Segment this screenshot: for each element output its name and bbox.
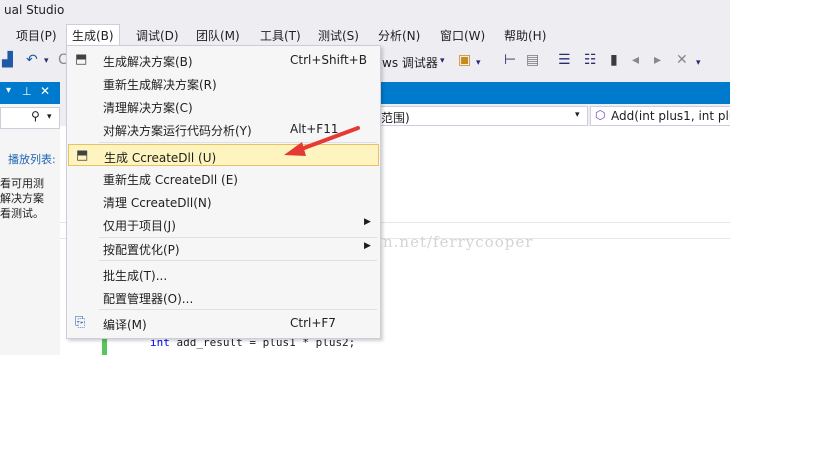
menu-item-label: 生成 CcreateDll (U) [104, 151, 217, 165]
submenu-arrow-icon: ▶ [364, 217, 371, 227]
annotation-arrow [284, 126, 360, 156]
undo-icon[interactable]: ↶ [26, 52, 38, 68]
uncomment-icon[interactable]: ☷ [584, 52, 597, 68]
menu-item-rebuild-solution[interactable]: 重新生成解决方案(R) [68, 72, 379, 94]
menu-test[interactable]: 测试(S) [318, 27, 359, 44]
menu-debug[interactable]: 调试(D) [136, 27, 179, 44]
menu-separator [99, 309, 377, 310]
menu-item-label: 重新生成解决方案(R) [103, 78, 217, 92]
build-menu-dropdown: ⬒ 生成解决方案(B) Ctrl+Shift+B 重新生成解决方案(R) 清理解… [66, 45, 381, 339]
playlist-link[interactable]: 播放列表: [8, 151, 56, 167]
bookmark-icon[interactable]: ▮ [610, 52, 618, 68]
test-search-input[interactable]: ⚲ ▾ [0, 107, 60, 129]
editor-tab-strip [378, 82, 730, 104]
debugger-target-label[interactable]: ws 调试器 [382, 54, 438, 71]
menu-item-label: 重新生成 CcreateDll (E) [103, 173, 238, 187]
build-solution-icon: ⬒ [75, 52, 88, 67]
menu-item-label: 配置管理器(O)... [103, 292, 194, 306]
menu-analyze[interactable]: 分析(N) [378, 27, 420, 44]
menu-build[interactable]: 生成(B) [66, 24, 120, 47]
menu-item-label: 清理解决方案(C) [103, 101, 193, 115]
menu-bar: 项目(P) 生成(B) 调试(D) 团队(M) 工具(T) 测试(S) 分析(N… [0, 22, 730, 47]
menu-item-shortcut: Ctrl+Shift+B [290, 53, 367, 67]
menu-item-label: 按配置优化(P) [103, 243, 180, 257]
submenu-arrow-icon: ▶ [364, 241, 371, 251]
menu-item-batch-build[interactable]: 批生成(T)... [68, 263, 379, 285]
menu-window[interactable]: 窗口(W) [440, 27, 485, 44]
debugger-dropdown-icon[interactable]: ▾ [440, 56, 445, 66]
menu-item-rebuild-project[interactable]: 重新生成 CcreateDll (E) [68, 167, 379, 189]
menu-tools[interactable]: 工具(T) [260, 27, 301, 44]
menu-item-compile[interactable]: ⎘ 编译(M) Ctrl+F7 [68, 312, 379, 334]
hint-line-3: 看测试。 [0, 207, 44, 220]
menu-item-configuration-manager[interactable]: 配置管理器(O)... [68, 286, 379, 308]
menu-item-clean-solution[interactable]: 清理解决方案(C) [68, 95, 379, 117]
menu-item-label: 对解决方案运行代码分析(Y) [103, 124, 252, 138]
method-icon: ⬡ [595, 108, 606, 122]
pane-dropdown-icon[interactable]: ▾ [6, 85, 11, 96]
menu-item-shortcut: Ctrl+F7 [290, 316, 336, 330]
hint-line-2: 解决方案 [0, 192, 44, 205]
menu-item-profile-guided-optimization[interactable]: 按配置优化(P) ▶ [68, 237, 379, 259]
panel-icon[interactable]: ▤ [526, 52, 539, 68]
menu-help[interactable]: 帮助(H) [504, 27, 546, 44]
test-explorer-header: ▾ ⊥ ✕ [0, 82, 60, 104]
close-icon[interactable]: ✕ [40, 84, 50, 98]
bookmark-prev-icon[interactable]: ◂ [632, 52, 639, 68]
menu-team[interactable]: 团队(M) [196, 27, 240, 44]
toolbar-overflow-icon[interactable]: ▾ [696, 58, 701, 68]
menu-item-clean-project[interactable]: 清理 CcreateDll(N) [68, 190, 379, 212]
bookmark-next-icon[interactable]: ▸ [654, 52, 661, 68]
scope-dropdown-arrow-icon[interactable]: ▾ [575, 110, 580, 120]
pin-icon[interactable]: ⊥ [22, 85, 32, 98]
menu-item-label: 清理 CcreateDll(N) [103, 196, 212, 210]
title-bar: ual Studio [0, 0, 730, 22]
scope-dropdown-value: 范围) [381, 111, 410, 125]
window-title: ual Studio [4, 3, 65, 17]
menu-item-label: 编译(M) [103, 318, 147, 332]
undo-dropdown-icon[interactable]: ▾ [44, 56, 49, 66]
menu-item-label: 生成解决方案(B) [103, 55, 193, 69]
menu-item-label: 仅用于项目(J) [103, 219, 176, 233]
build-project-icon: ⬒ [76, 148, 89, 163]
member-dropdown[interactable]: ⬡ Add(int plus1, int plu [590, 106, 730, 126]
menu-item-build-solution[interactable]: ⬒ 生成解决方案(B) Ctrl+Shift+B [68, 49, 379, 71]
comment-icon[interactable]: ☰ [558, 52, 571, 68]
find-dropdown-icon[interactable]: ▾ [476, 58, 481, 68]
toolbar-left-icon[interactable]: ▟ [2, 52, 13, 68]
menu-item-project-only[interactable]: 仅用于项目(J) ▶ [68, 213, 379, 235]
bookmark-clear-icon[interactable]: ✕ [676, 52, 688, 68]
compile-icon: ⎘ [75, 315, 86, 330]
menu-project[interactable]: 项目(P) [16, 27, 57, 44]
scope-dropdown[interactable]: 范围) ▾ [378, 106, 588, 126]
search-dropdown-icon[interactable]: ▾ [47, 112, 52, 122]
find-icon[interactable]: ▣ [458, 52, 471, 68]
member-dropdown-value: Add(int plus1, int plu [611, 109, 730, 123]
menu-item-label: 批生成(T)... [103, 269, 168, 283]
search-icon: ⚲ [31, 109, 40, 123]
hint-line-1: 看可用测 [0, 177, 44, 190]
step-icon[interactable]: ⊢ [504, 52, 516, 68]
menu-separator [99, 260, 377, 261]
